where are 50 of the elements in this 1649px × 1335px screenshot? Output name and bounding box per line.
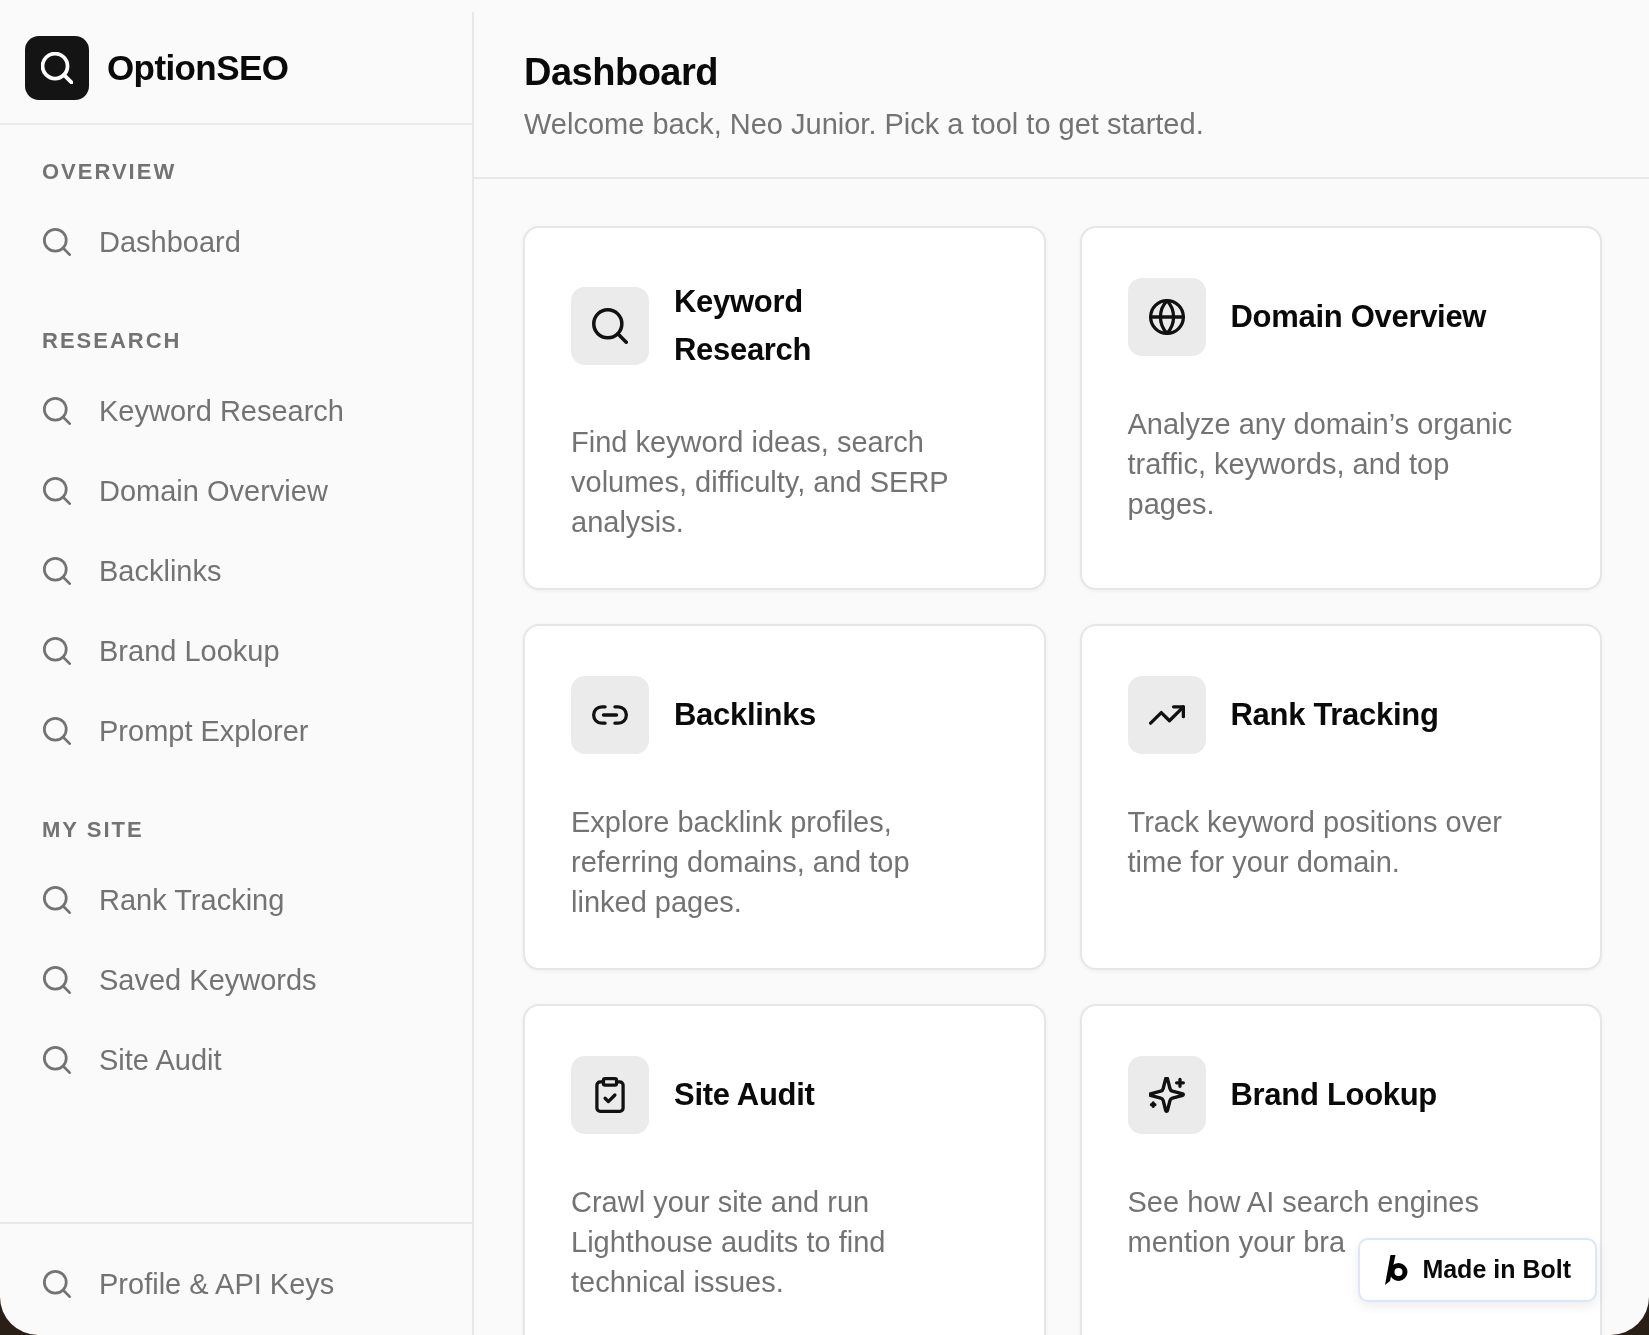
sparkle-icon (1127, 1056, 1206, 1134)
tool-card[interactable]: Keyword Research Find keyword ideas, search volumes, difficulty, and SERP analysis. (523, 226, 1046, 590)
card-description: Explore backlink profiles, referring domains, and top linked pages. (571, 805, 911, 920)
tool-card[interactable]: Site Audit Crawl your site and run Lighthouse audits to find technical issues. (523, 1004, 1046, 1335)
section-label: OVERVIEW (42, 158, 177, 186)
link-icon (571, 676, 649, 754)
page-title: Dashboard (524, 50, 719, 95)
sidebar-item[interactable]: Brand Lookup (43, 633, 280, 669)
search-icon (43, 477, 71, 505)
search-logo-icon (25, 35, 89, 100)
globe-icon (1127, 278, 1206, 356)
card-description: Analyze any domain’s organic traffic, keywords, and top pages. (1127, 407, 1514, 522)
card-description: Track keyword positions over time for your domain. (1127, 805, 1503, 880)
search-icon (43, 637, 71, 665)
section-label: MY SITE (42, 816, 144, 844)
search-icon (43, 886, 71, 914)
sidebar-item[interactable]: Domain Overview (43, 473, 328, 509)
search-icon (43, 1270, 71, 1298)
card-title: Keyword Research (674, 283, 813, 369)
section-label: RESEARCH (42, 327, 182, 355)
tool-card[interactable]: Domain Overview Analyze any domain’s organic traffic, keywords, and top pages. (1079, 226, 1602, 590)
search-icon (43, 717, 71, 745)
tool-card[interactable]: Backlinks Explore backlink profiles, referring domains, and top linked pages. (523, 624, 1046, 970)
sidebar-item[interactable]: Keyword Research (43, 393, 344, 429)
brand-name: OptionSEO (107, 46, 289, 89)
search-icon (43, 397, 71, 425)
clipboard-check-icon (571, 1056, 649, 1134)
sidebar-item[interactable]: Backlinks (43, 553, 222, 589)
sidebar-item[interactable]: Profile & API Keys (43, 1266, 335, 1302)
sidebar-item[interactable]: Dashboard (43, 224, 241, 260)
card-title: Backlinks (674, 696, 817, 734)
tool-card[interactable]: Rank Tracking Track keyword positions over time for your domain. (1079, 624, 1602, 970)
trending-up-icon (1127, 676, 1206, 754)
card-description: Crawl your site and run Lighthouse audits to find technical issues. (571, 1185, 887, 1300)
sidebar-item[interactable]: Rank Tracking (43, 882, 285, 918)
card-title: Rank Tracking (1230, 696, 1439, 734)
card-description: Find keyword ideas, search volumes, difficulty, and SERP analysis. (571, 425, 950, 540)
made-in-bolt-badge[interactable]: Made in Bolt (1358, 1238, 1597, 1302)
page-subtitle: Welcome back, Neo Junior. Pick a tool to get started. (524, 107, 1204, 142)
card-title: Brand Lookup (1230, 1076, 1437, 1114)
sidebar-item[interactable]: Prompt Explorer (43, 713, 309, 749)
search-icon (571, 287, 649, 365)
search-icon (43, 557, 71, 585)
card-title: Site Audit (674, 1076, 815, 1114)
search-icon (43, 228, 71, 256)
sidebar-item[interactable]: Saved Keywords (43, 962, 317, 998)
sidebar-item[interactable]: Site Audit (43, 1042, 222, 1078)
search-icon (43, 1046, 71, 1074)
card-title: Domain Overview (1230, 298, 1487, 336)
search-icon (43, 966, 71, 994)
